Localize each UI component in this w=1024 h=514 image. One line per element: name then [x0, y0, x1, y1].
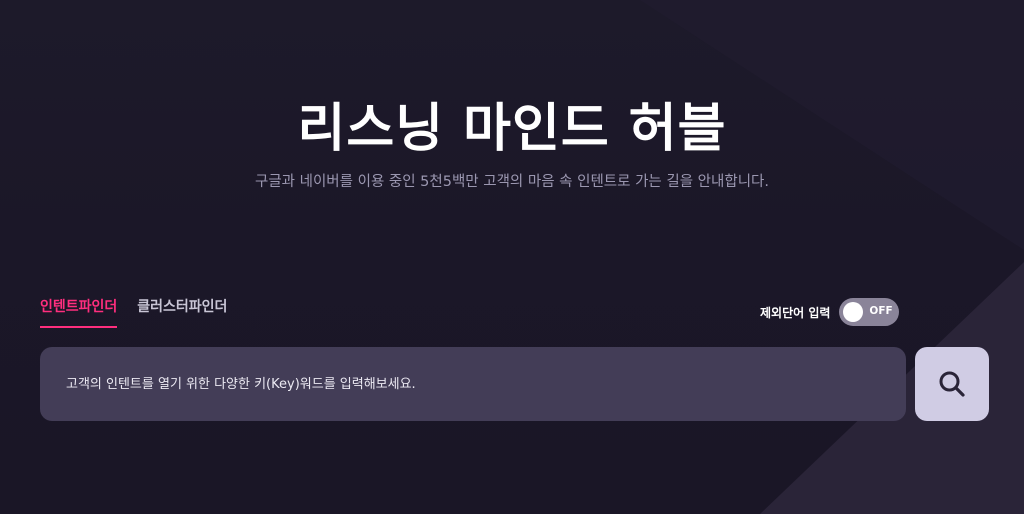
- exclude-words-control: 제외단어 입력 OFF: [760, 298, 900, 326]
- page-title: 리스닝 마인드 허블: [297, 99, 727, 159]
- background-decoration: [640, 0, 1024, 514]
- page-subtitle: 구글과 네이버를 이용 중인 5천5백만 고객의 마음 속 인텐트로 가는 길을…: [255, 174, 769, 190]
- exclude-words-toggle[interactable]: OFF: [839, 298, 900, 326]
- toggle-knob: [843, 302, 864, 322]
- search-button[interactable]: [915, 347, 989, 421]
- tab-intent-finder[interactable]: 인텐트파인더: [40, 296, 118, 328]
- finder-tabs: 인텐트파인더 클러스터파인더: [40, 296, 227, 328]
- tab-cluster-finder[interactable]: 클러스터파인더: [137, 296, 227, 328]
- toggle-state-text: OFF: [869, 305, 893, 317]
- exclude-words-label: 제외단어 입력: [760, 305, 831, 320]
- search-input[interactable]: [64, 375, 888, 393]
- search-field[interactable]: [40, 347, 906, 421]
- search-icon: [939, 371, 965, 397]
